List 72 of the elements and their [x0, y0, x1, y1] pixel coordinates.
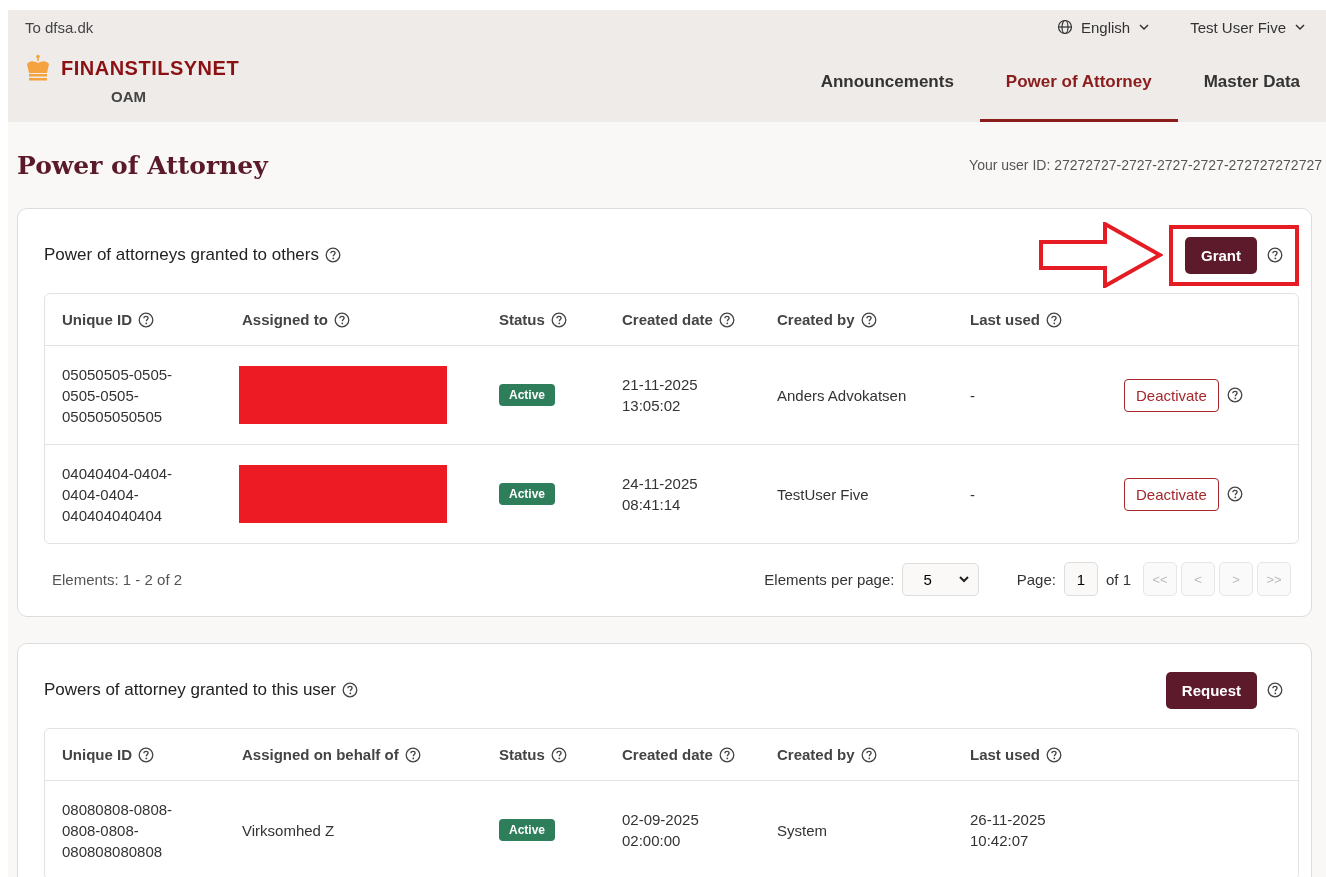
help-icon[interactable] [138, 311, 154, 328]
column-header: Created by [777, 311, 855, 328]
app-subtitle: OAM [111, 88, 147, 105]
help-icon[interactable] [860, 746, 877, 763]
help-icon[interactable] [325, 247, 341, 263]
per-page-select[interactable]: 5 [902, 562, 979, 596]
table-cell: Anders Advokatsen [777, 386, 907, 404]
table-cell: Virksomhed Z [242, 821, 335, 839]
action-button[interactable]: Grant [1185, 236, 1257, 274]
deactivate-button[interactable]: Deactivate [1124, 477, 1219, 511]
help-icon[interactable] [1046, 746, 1063, 763]
column-header: Last used [970, 311, 1041, 328]
language-dropdown[interactable]: English [1056, 18, 1151, 36]
column-header: Status [499, 311, 545, 328]
table-cell: System [777, 821, 827, 839]
chevron-down-icon [957, 575, 970, 583]
logo-wordmark: FINANSTILSYNET [61, 56, 240, 80]
column-header: Status [499, 746, 545, 763]
table-cell-text: - [970, 385, 975, 406]
column-header: Created date [622, 311, 713, 328]
action-button[interactable]: Request [1165, 671, 1257, 709]
help-icon[interactable] [1267, 247, 1283, 263]
help-icon[interactable] [138, 746, 154, 763]
help-icon[interactable] [550, 746, 567, 763]
globe-icon [1056, 19, 1073, 35]
column-header: Created date [622, 746, 713, 763]
table-cell-text: 02-09-2025 02:00:00 [622, 810, 700, 851]
table-cell-text: 04040404-0404-0404-0404-040404040404 [62, 463, 174, 526]
table-cell-text: 24-11-2025 08:41:14 [622, 474, 699, 515]
help-icon[interactable] [1267, 682, 1283, 698]
page-total: of 1 [1105, 570, 1131, 588]
elements-count: Elements: 1 - 2 of 2 [52, 570, 183, 588]
help-icon[interactable] [718, 746, 735, 763]
user-id-text: Your user ID: 27272727-2727-2727-2727-272727272727 [969, 157, 1322, 173]
column-header: Last used [970, 746, 1041, 763]
per-page-label: Elements per page: [764, 570, 895, 588]
page-title: Power of Attorney [17, 150, 268, 180]
column-header: Unique ID [62, 311, 132, 328]
help-icon[interactable] [1226, 486, 1243, 502]
deactivate-button[interactable]: Deactivate [1124, 378, 1219, 412]
chevron-down-icon [1294, 23, 1306, 31]
chevron-down-icon [1138, 23, 1151, 31]
status-badge: Active [499, 483, 556, 505]
help-icon[interactable] [718, 311, 735, 328]
section-title: Power of attorneys granted to others [44, 245, 319, 265]
section-title: Powers of attorney granted to this user [44, 680, 336, 700]
page-input[interactable]: 1 [1063, 562, 1098, 596]
help-icon[interactable] [342, 682, 358, 698]
column-header: Unique ID [62, 746, 132, 763]
table-cell-text: 26-11-2025 10:42:07 [970, 810, 1047, 851]
help-icon[interactable] [1226, 387, 1243, 403]
crown-icon [25, 54, 51, 82]
help-icon[interactable] [333, 311, 350, 328]
nav-tab[interactable]: Announcements [794, 44, 980, 122]
nav-tab[interactable]: Master Data [1177, 44, 1326, 122]
help-icon[interactable] [1046, 311, 1063, 328]
page-label: Page: [1016, 570, 1056, 588]
column-header: Assigned on behalf of [242, 746, 399, 763]
back-link[interactable]: To dfsa.dk [25, 18, 94, 36]
table-cell-text: 05050505-0505-0505-0505-050505050505 [62, 364, 174, 427]
status-badge: Active [499, 819, 556, 841]
table-cell-text: - [970, 484, 975, 505]
user-menu[interactable]: Test User Five [1190, 18, 1306, 36]
column-header: Assigned to [242, 311, 328, 328]
help-icon[interactable] [860, 311, 877, 328]
status-badge: Active [499, 384, 556, 406]
table-cell-text: 21-11-2025 13:05:02 [622, 375, 699, 416]
table-cell: TestUser Five [777, 485, 869, 503]
table-cell-text: 08080808-0808-0808-0808-080808080808 [62, 799, 174, 862]
help-icon[interactable] [404, 746, 421, 763]
column-header: Created by [777, 746, 855, 763]
help-icon[interactable] [550, 311, 567, 328]
